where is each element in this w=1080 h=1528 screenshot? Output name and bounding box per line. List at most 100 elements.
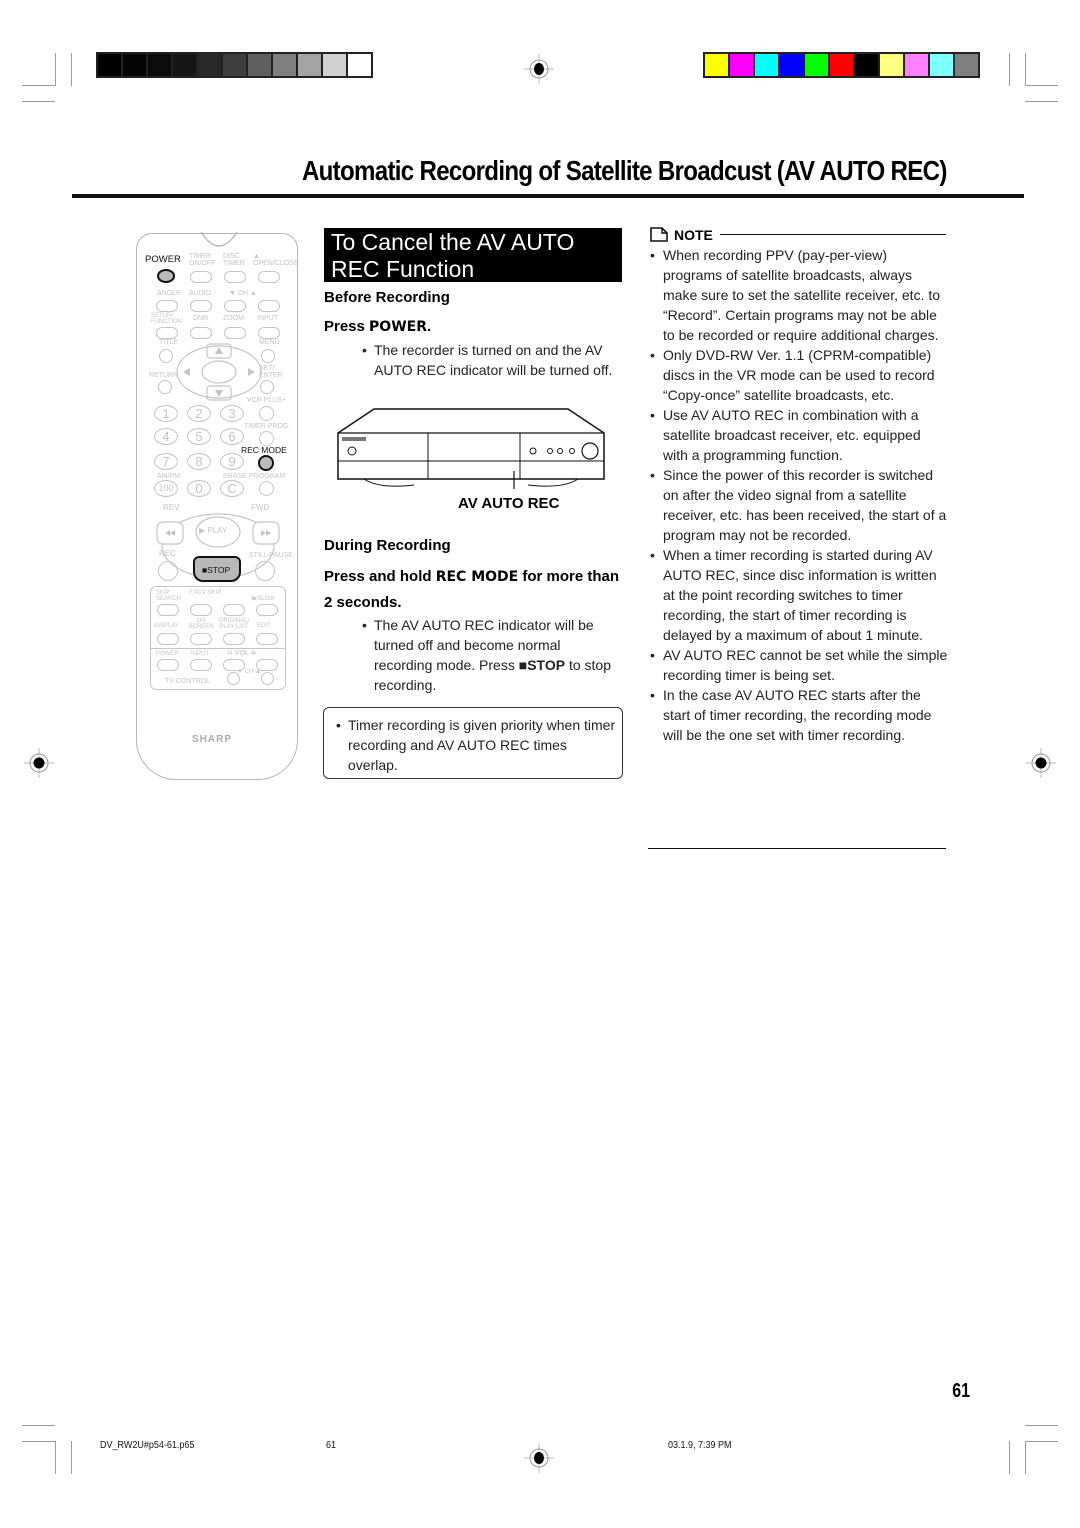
note-end-rule	[648, 848, 946, 849]
gray-swatch	[148, 54, 171, 76]
remote-label-rec-mode: REC MODE	[241, 445, 287, 455]
remote-label-on-screen: ON SCREEN	[188, 618, 214, 630]
color-swatch	[755, 54, 778, 76]
remote-label-audio: AUDIO	[189, 290, 212, 297]
remote-label-skip-search: SKIP SEARCH	[156, 590, 182, 602]
remote-zoom-button	[224, 327, 246, 339]
remote-button	[259, 431, 274, 446]
slug-page: 61	[326, 1440, 337, 1451]
remote-label-set-enter: SET/ ENTER	[259, 365, 283, 379]
remote-number-button: 7	[154, 453, 178, 470]
remote-button	[190, 659, 212, 671]
remote-label-still-pause: STILL/PAUSE	[249, 552, 293, 559]
remote-pause-button	[255, 561, 275, 581]
gray-swatch	[298, 54, 321, 76]
color-swatch	[805, 54, 828, 76]
note-header: NOTE	[648, 226, 946, 244]
slug-file-name: DV_RW2U#p54-61.p65	[100, 1440, 195, 1451]
remote-label-edit: EDIT	[257, 623, 271, 629]
color-swatch	[780, 54, 803, 76]
gray-swatch	[123, 54, 146, 76]
during-recording-subheading: During Recording	[324, 537, 451, 554]
remote-label-angle: ANGLE	[157, 290, 181, 297]
page-number: 61	[952, 1380, 971, 1402]
registration-mark-icon	[1026, 748, 1056, 778]
av-auto-rec-indicator-label: AV AUTO REC	[458, 495, 560, 512]
gray-swatch	[273, 54, 296, 76]
remote-button	[261, 672, 274, 685]
before-recording-step: Press POWER.	[324, 318, 432, 335]
remote-power-button	[157, 269, 175, 283]
remote-label-tv-input: INPUT	[191, 651, 209, 657]
remote-label-timer-prog: TIMER PROG.	[244, 423, 291, 430]
remote-notch	[200, 232, 238, 247]
remote-stop-button: ■STOP	[193, 556, 241, 582]
remote-label-tv-control: TV CONTROL	[165, 678, 211, 685]
remote-label-tv-power: POWER	[156, 651, 179, 657]
remote-button	[258, 300, 280, 312]
remote-label-input: INPUT	[257, 315, 278, 322]
note-item: Since the power of this recorder is swit…	[648, 465, 948, 545]
note-item: AV AUTO REC cannot be set while the simp…	[648, 645, 948, 685]
remote-number-button: 5	[187, 428, 211, 445]
slug-timestamp: 03.1.9, 7:39 PM	[668, 1440, 732, 1451]
remote-return-button	[158, 380, 172, 394]
note-item: When a timer recording is started during…	[648, 545, 948, 645]
remote-rec-mode-button	[258, 455, 274, 471]
remote-button	[159, 349, 173, 363]
during-recording-bullet: • The AV AUTO REC indicator will be turn…	[362, 617, 611, 693]
remote-button	[258, 327, 280, 339]
remote-number-button: 9	[220, 453, 244, 470]
remote-label-timer-onoff: TIMER ON/OFF	[189, 253, 216, 267]
before-recording-subheading: Before Recording	[324, 289, 450, 306]
remote-button	[224, 300, 246, 312]
note-item: Only DVD-RW Ver. 1.1 (CPRM-compatible) d…	[648, 345, 948, 405]
gray-swatch	[323, 54, 346, 76]
remote-number-button: 2	[187, 405, 211, 422]
section-heading: To Cancel the AV AUTO REC Function	[324, 228, 622, 282]
gray-swatch	[248, 54, 271, 76]
color-swatch	[955, 54, 978, 76]
remote-label-power: POWER	[145, 254, 181, 265]
remote-label-stop: ■STOP	[202, 565, 231, 575]
remote-number-button: 1	[154, 405, 178, 422]
remote-button	[259, 481, 274, 496]
remote-label-dnr: DNR	[193, 315, 209, 322]
remote-button	[259, 406, 274, 421]
gray-swatch	[348, 54, 371, 76]
note-item: When recording PPV (pay-per-view) progra…	[648, 245, 948, 345]
remote-label-vcr-plus: VCR PLUS+	[247, 397, 287, 404]
remote-label-fadv-skip: F.ADV SKIP	[189, 590, 222, 596]
remote-button	[156, 327, 178, 339]
remote-button	[157, 659, 179, 671]
remote-label-display: DISPLAY	[154, 623, 179, 629]
remote-label-original-playlist: ORIGINAL/ PLAY LIST	[218, 618, 250, 630]
color-swatch	[830, 54, 853, 76]
remote-number-button: 0	[187, 480, 211, 497]
color-swatch	[880, 54, 903, 76]
remote-button	[190, 271, 212, 283]
note-list: When recording PPV (pay-per-view) progra…	[648, 245, 948, 745]
remote-number-button: 100	[154, 480, 178, 497]
remote-button	[190, 327, 212, 339]
remote-brand-logo: SHARP	[192, 734, 233, 745]
color-swatch	[705, 54, 728, 76]
before-recording-bullet: • The recorder is turned on and the AV AU…	[362, 342, 613, 378]
gray-swatch	[173, 54, 196, 76]
color-swatch	[905, 54, 928, 76]
remote-button	[258, 271, 280, 283]
remote-label-setup: SETUP/ FUNCTION	[151, 313, 182, 325]
priority-callout: • Timer recording is given priority when …	[336, 717, 616, 773]
remote-control-illustration: POWER TIMER ON/OFF DISC TIMER ▲ OPEN/CLO…	[136, 232, 299, 780]
registration-mark-icon	[524, 1443, 554, 1473]
remote-button	[190, 300, 212, 312]
rec-mode-key: REC MODE	[435, 569, 519, 585]
color-swatch	[855, 54, 878, 76]
registration-mark-icon	[524, 54, 554, 84]
remote-label-ch: ▼ CH ▲	[229, 290, 257, 297]
remote-button	[227, 672, 240, 685]
remote-label-tv-ch: ▼ CH ▲	[237, 669, 261, 675]
note-item: In the case AV AUTO REC starts after the…	[648, 685, 948, 745]
remote-button	[156, 300, 178, 312]
power-key: POWER	[369, 319, 427, 335]
